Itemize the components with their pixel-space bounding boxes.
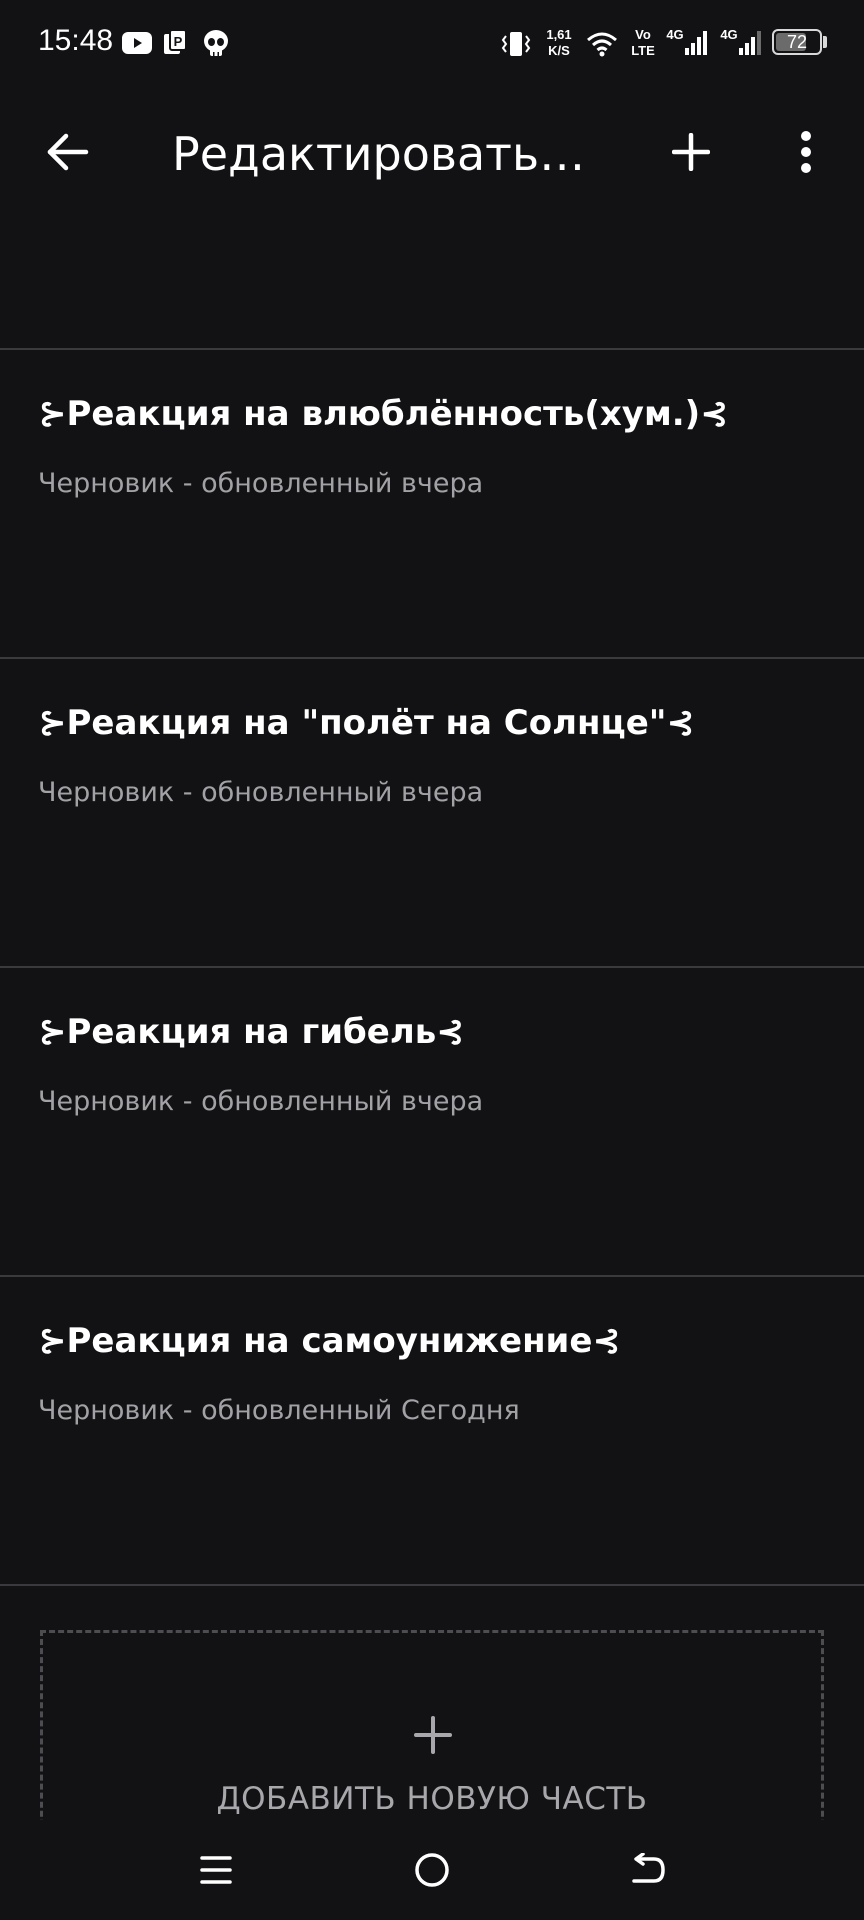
home-button[interactable] <box>382 1830 482 1910</box>
battery-level: 72 <box>786 32 808 52</box>
svg-text:P: P <box>174 34 183 49</box>
plus-icon <box>672 133 710 171</box>
list-item[interactable]: ⊱Реакция на влюблённость(хум.)⊰ Черновик… <box>0 350 864 657</box>
part-title: ⊱Реакция на влюблённость(хум.)⊰ <box>38 394 729 434</box>
part-status: Черновик - обновленный вчера <box>38 777 484 808</box>
parts-list: ⊱Реакция на влюблённость(хум.)⊰ Черновик… <box>0 348 864 1586</box>
wifi-icon <box>587 32 617 57</box>
part-title: ⊱Реакция на гибель⊰ <box>38 1012 465 1052</box>
page-title: Редактировать и... <box>172 127 592 181</box>
network-speed-value: 1,61 <box>546 27 572 42</box>
screen: 15:48 P 1,61 K/S Vo LTE 4G 4G 72 Редакти… <box>0 0 864 1920</box>
status-bar: 15:48 P 1,61 K/S Vo LTE 4G 4G 72 <box>0 0 864 86</box>
home-circle-icon <box>415 1853 449 1887</box>
divider <box>0 1584 864 1586</box>
part-status: Черновик - обновленный Сегодня <box>38 1395 520 1426</box>
network-type-1: 4G <box>666 27 684 42</box>
app-bar: Редактировать и... <box>0 86 864 222</box>
status-time: 15:48 <box>38 24 114 57</box>
more-vert-icon <box>801 131 811 173</box>
volte-bottom: LTE <box>631 43 655 58</box>
battery-indicator: 72 <box>772 29 822 55</box>
network-type-2: 4G <box>720 27 738 42</box>
list-item[interactable]: ⊱Реакция на гибель⊰ Черновик - обновленн… <box>0 968 864 1275</box>
back-button[interactable] <box>28 112 108 192</box>
recent-apps-button[interactable] <box>166 1830 266 1910</box>
add-new-part-label: ДОБАВИТЬ НОВУЮ ЧАСТЬ <box>216 1781 648 1817</box>
alien-skull-icon <box>204 30 228 56</box>
part-title: ⊱Реакция на "полёт на Солнце"⊰ <box>38 703 695 743</box>
notification-app-icon: P <box>164 30 187 54</box>
battery-tip <box>823 36 827 48</box>
back-arrow-icon <box>47 133 89 171</box>
more-options-button[interactable] <box>766 112 846 192</box>
system-nav-bar <box>0 1820 864 1920</box>
youtube-icon <box>122 32 152 54</box>
back-nav-icon <box>632 1853 665 1883</box>
signal-icon <box>739 31 761 55</box>
vibrate-icon <box>501 32 531 56</box>
plus-icon <box>414 1716 452 1754</box>
volte-top: Vo <box>635 27 651 42</box>
signal-icon <box>685 31 707 55</box>
system-back-button[interactable] <box>598 1830 698 1910</box>
list-item[interactable]: ⊱Реакция на "полёт на Солнце"⊰ Черновик … <box>0 659 864 966</box>
part-status: Черновик - обновленный вчера <box>38 468 484 499</box>
add-button[interactable] <box>651 112 731 192</box>
list-item[interactable]: ⊱Реакция на самоунижение⊰ Черновик - обн… <box>0 1277 864 1584</box>
menu-icon <box>200 1856 232 1884</box>
network-speed-unit: K/S <box>548 43 570 58</box>
part-title: ⊱Реакция на самоунижение⊰ <box>38 1321 621 1361</box>
part-status: Черновик - обновленный вчера <box>38 1086 484 1117</box>
